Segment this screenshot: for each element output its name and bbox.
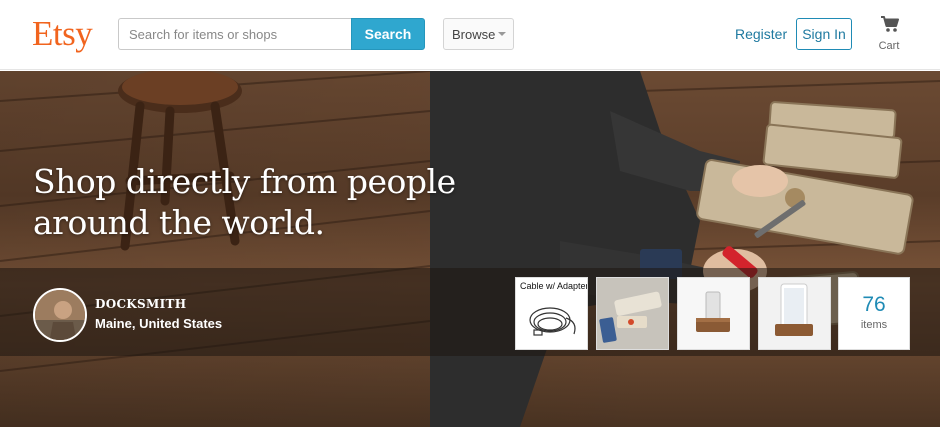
item-count-number: 76 [862, 293, 886, 316]
chevron-down-icon [498, 32, 506, 36]
cart-icon [881, 16, 899, 32]
register-link[interactable]: Register [735, 26, 787, 42]
hero-banner: Shop directly from people around the wor… [0, 71, 940, 427]
wooden-dock-product-image [678, 278, 749, 349]
shop-avatar[interactable] [33, 288, 87, 342]
shop-name-link[interactable]: DOCKSMITH [95, 297, 186, 311]
search-input[interactable] [118, 18, 352, 50]
product-thumbnail[interactable]: Cable w/ Adapter [515, 277, 588, 350]
phone-dock-product-image [597, 278, 668, 349]
search-bar: Search [118, 18, 425, 50]
product-thumbnail[interactable] [596, 277, 669, 350]
etsy-logo[interactable]: Etsy [32, 12, 93, 56]
product-thumbnail[interactable] [677, 277, 750, 350]
hero-photo [0, 71, 940, 427]
browse-label: Browse [452, 26, 496, 42]
shop-location: Maine, United States [95, 316, 223, 331]
cart-label: Cart [878, 40, 900, 52]
sign-in-button[interactable]: Sign In [796, 18, 852, 50]
browse-dropdown[interactable]: Browse [443, 18, 514, 50]
phone-stand-product-image [759, 278, 830, 349]
thumbnail-caption: Cable w/ Adapter [520, 281, 588, 291]
search-button[interactable]: Search [351, 18, 425, 50]
cart-button[interactable]: Cart [872, 15, 906, 57]
hero-headline: Shop directly from people around the wor… [33, 162, 456, 242]
item-count-label: items [860, 319, 888, 331]
shop-item-count[interactable]: 76 items [838, 277, 910, 350]
product-thumbnail[interactable] [758, 277, 831, 350]
site-header: Etsy Search Browse Register Sign In Cart [0, 0, 940, 70]
